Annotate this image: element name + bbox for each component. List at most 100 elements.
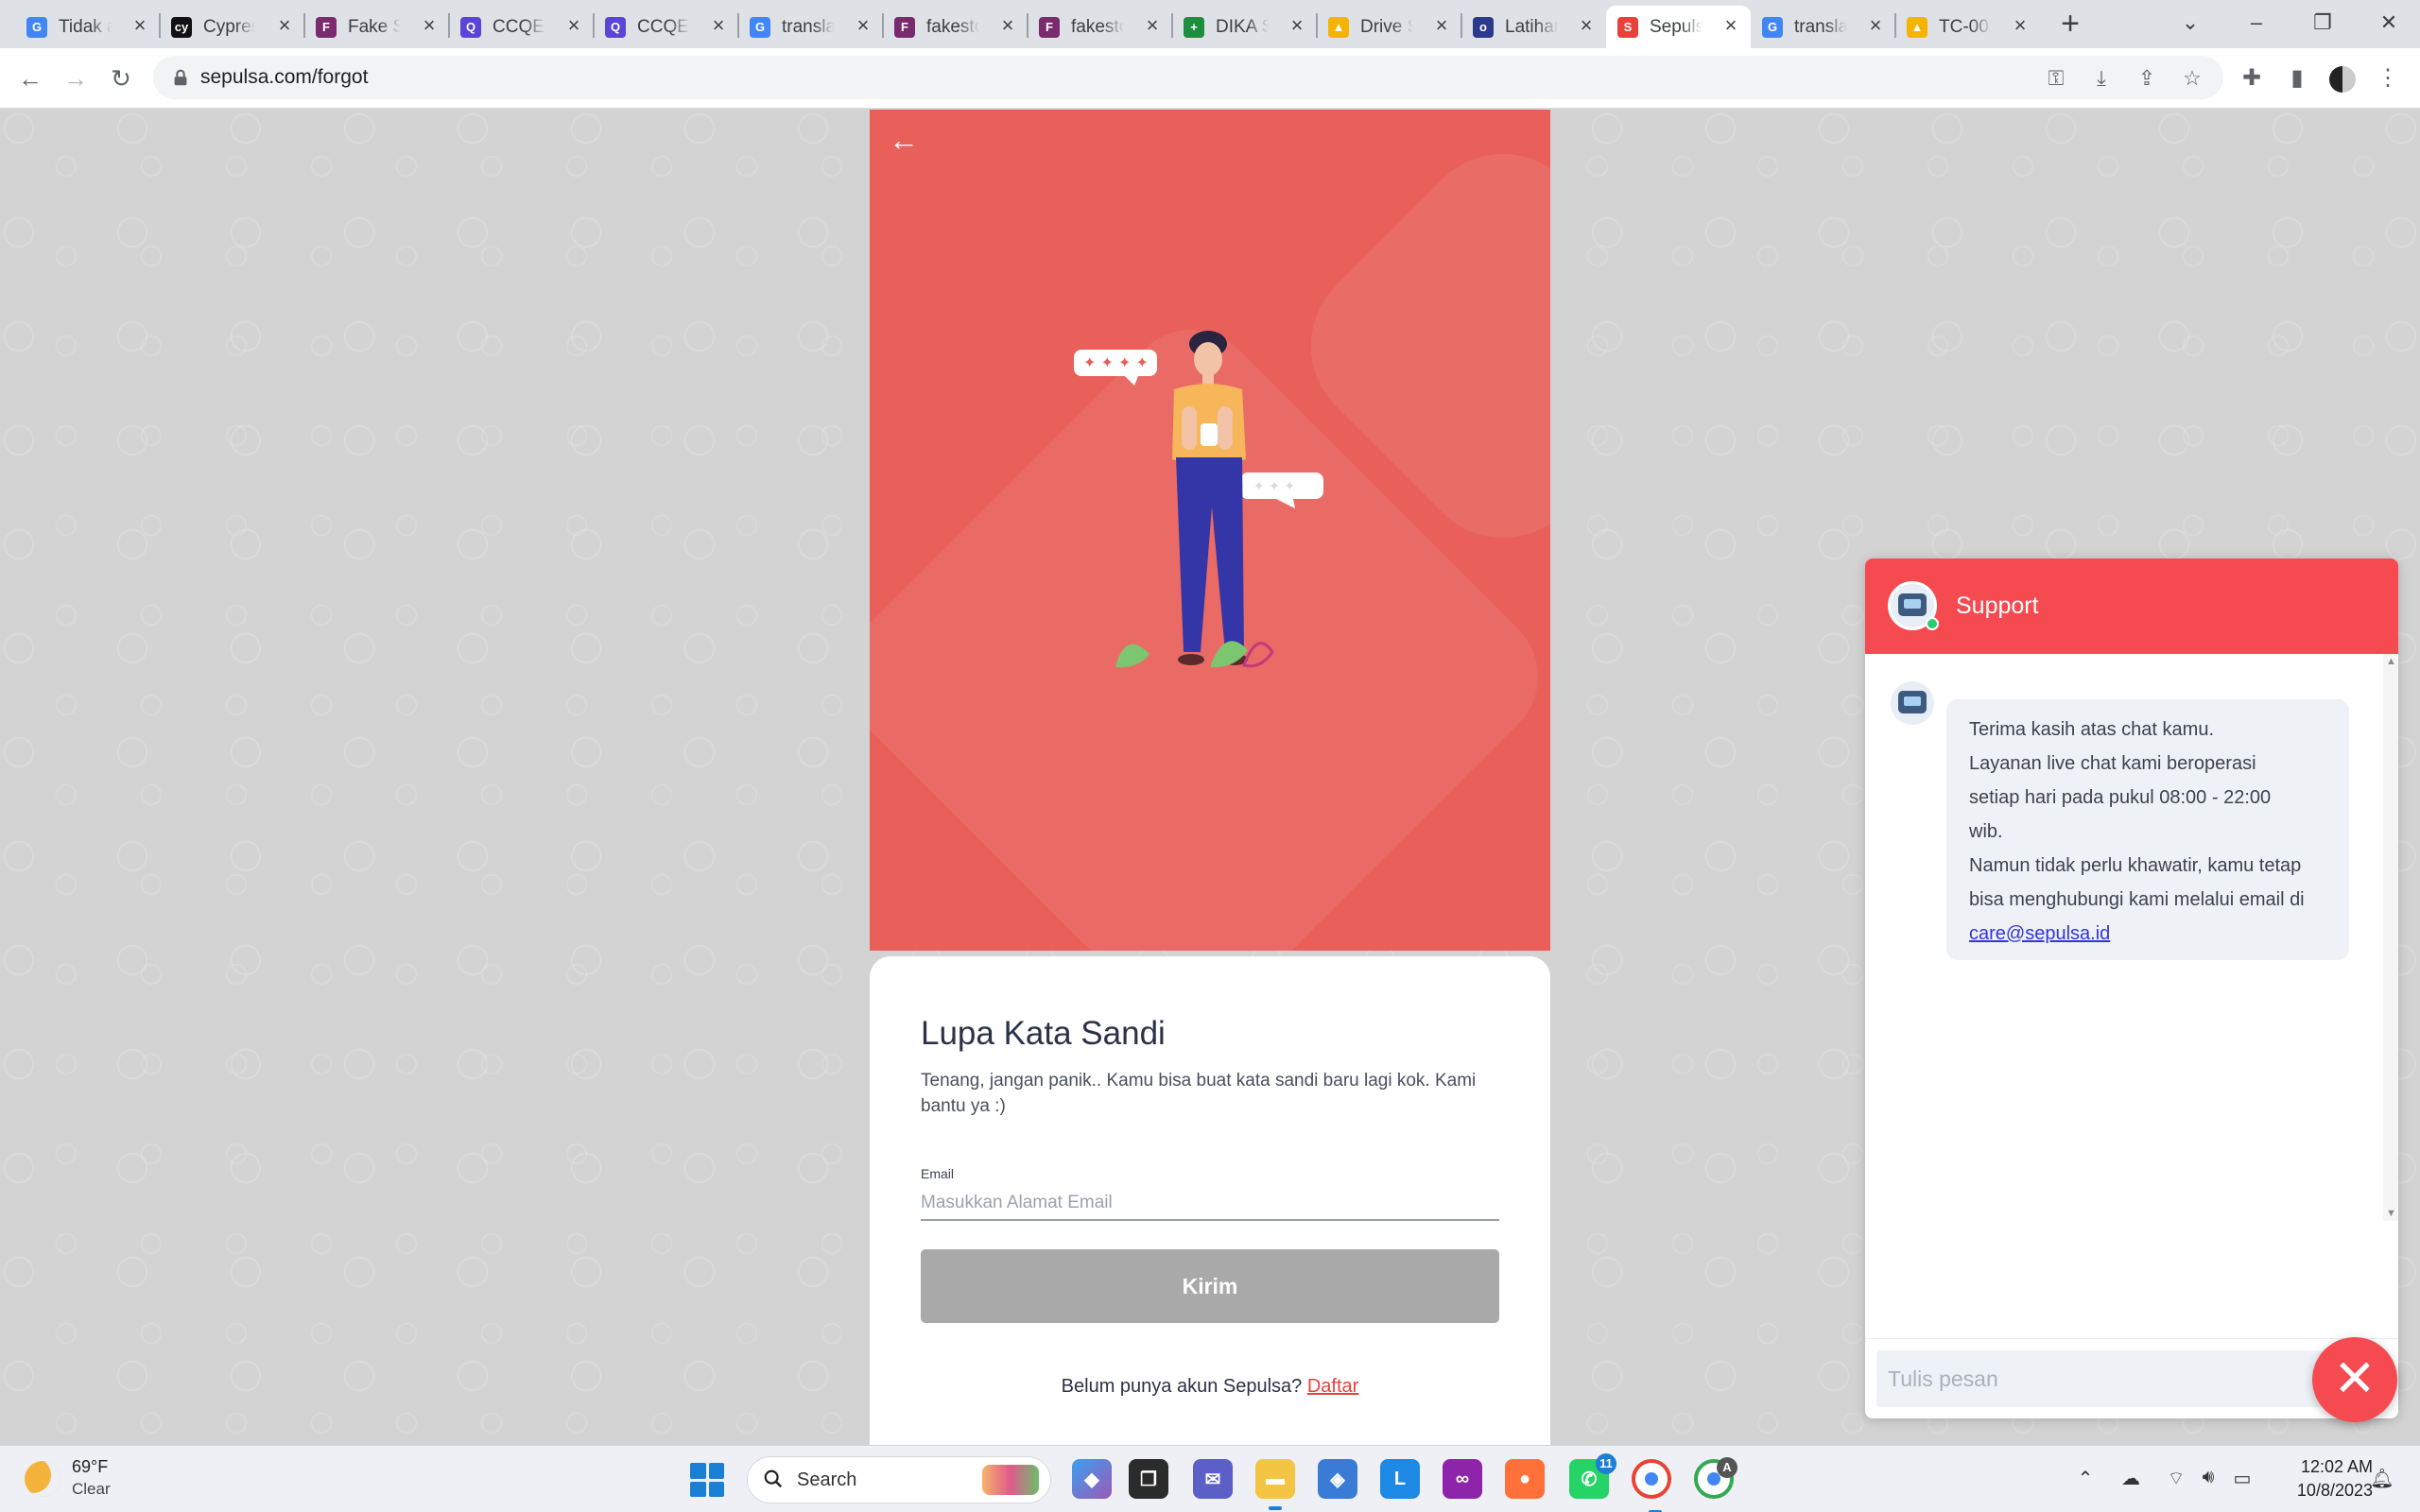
- teams-icon[interactable]: ✉: [1193, 1459, 1233, 1499]
- register-link[interactable]: Daftar: [1307, 1376, 1358, 1397]
- key-icon[interactable]: ⚿: [2044, 66, 2068, 91]
- browser-tab[interactable]: + DIKA Sheet ×: [1172, 6, 1317, 48]
- google-icon: G: [26, 16, 47, 38]
- share-icon[interactable]: ⇪: [2135, 66, 2159, 91]
- address-bar[interactable]: sepulsa.com/forgot ⚿ ⤓ ⇪ ☆: [153, 56, 2223, 99]
- chrome-profile-icon[interactable]: A: [1694, 1457, 1737, 1499]
- close-tab-icon[interactable]: ×: [130, 15, 150, 36]
- close-chat-button[interactable]: ✕: [2312, 1337, 2397, 1422]
- tab-title: CCQE: [493, 16, 544, 37]
- browser-tab[interactable]: S Sepulsa ×: [1606, 6, 1751, 48]
- submit-button[interactable]: Kirim: [921, 1249, 1499, 1323]
- chat-scrollbar[interactable]: ▲ ▼: [2383, 654, 2398, 1221]
- close-tab-icon[interactable]: ×: [419, 15, 440, 36]
- close-tab-icon[interactable]: ×: [274, 15, 295, 36]
- email-label: Email: [921, 1166, 955, 1181]
- close-tab-icon[interactable]: ×: [997, 15, 1018, 36]
- copilot-icon[interactable]: ◆: [1072, 1459, 1112, 1499]
- new-tab-button[interactable]: +: [2054, 8, 2086, 40]
- scroll-down-icon[interactable]: ▼: [2386, 1208, 2396, 1219]
- browser-tab[interactable]: o Latihan ×: [1461, 6, 1606, 48]
- letter-l-app-icon[interactable]: L: [1380, 1459, 1420, 1499]
- sepulsa-icon: S: [1617, 16, 1638, 38]
- close-window-button[interactable]: ✕: [2360, 4, 2417, 42]
- page-viewport: ← ✦ ✦ ✦ ✦ ✦ ✦ ✦ Lupa Kata Sandi Tenang, …: [0, 110, 2420, 1445]
- email-field[interactable]: [921, 1187, 1499, 1221]
- notification-bell-icon[interactable]: 🔔︎: [2369, 1467, 2395, 1490]
- page-title: Lupa Kata Sandi: [921, 1015, 1166, 1052]
- tab-title: Sepulsa: [1650, 16, 1703, 37]
- chat-messages[interactable]: Terima kasih atas chat kamu. Layanan liv…: [1865, 654, 2398, 1315]
- side-panel-icon[interactable]: ▮: [2280, 61, 2314, 95]
- whatsapp-icon[interactable]: ✆ 11: [1569, 1453, 1616, 1499]
- close-tab-icon[interactable]: ×: [853, 15, 873, 36]
- browser-tab[interactable]: Gtranslate ×: [738, 6, 883, 48]
- close-tab-icon[interactable]: ×: [1865, 15, 1886, 36]
- close-tab-icon[interactable]: ×: [1720, 15, 1741, 36]
- tab-separator: [1171, 13, 1173, 38]
- chevron-up-icon[interactable]: ⌃: [2072, 1467, 2099, 1490]
- scroll-up-icon[interactable]: ▲: [2386, 656, 2396, 667]
- mask-app-icon[interactable]: ∞: [1443, 1459, 1482, 1499]
- battery-icon[interactable]: ▭: [2229, 1467, 2256, 1490]
- message-line: setiap hari pada pukul 08:00 - 22:00: [1969, 787, 2272, 808]
- close-tab-icon[interactable]: ×: [708, 15, 729, 36]
- tab-separator: [593, 13, 595, 38]
- ccqe-icon: Q: [605, 16, 626, 38]
- close-tab-icon[interactable]: ×: [2010, 15, 2031, 36]
- browser-tab[interactable]: cy Cypress ×: [160, 6, 304, 48]
- close-tab-icon[interactable]: ×: [1431, 15, 1452, 36]
- browser-tab[interactable]: ▲ Drive Saya ×: [1317, 6, 1461, 48]
- wifi-icon[interactable]: ⌔: [2163, 1467, 2189, 1490]
- close-tab-icon[interactable]: ×: [563, 15, 584, 36]
- chat-message-input[interactable]: [1876, 1350, 2323, 1407]
- start-button[interactable]: [690, 1463, 724, 1497]
- browser-tab[interactable]: ▲ TC-001 ×: [1895, 6, 2040, 48]
- browser-tab[interactable]: Ffakestore ×: [1028, 6, 1172, 48]
- support-email-link[interactable]: care@sepulsa.id: [1969, 923, 2110, 944]
- browser-tab[interactable]: Ffakestore ×: [883, 6, 1028, 48]
- reload-icon[interactable]: ↻: [104, 61, 138, 95]
- bookmark-star-icon[interactable]: ☆: [2180, 66, 2204, 91]
- fakestore-icon: F: [1039, 16, 1060, 38]
- file-explorer-icon[interactable]: ▬: [1255, 1459, 1295, 1510]
- browser-tab[interactable]: Q CCQE ×: [594, 6, 738, 48]
- menu-icon[interactable]: ⋮: [2371, 61, 2405, 95]
- back-icon[interactable]: ←: [13, 61, 47, 95]
- tab-separator: [159, 13, 161, 38]
- install-icon[interactable]: ⤓: [2089, 66, 2114, 91]
- browser-tab[interactable]: Q CCQE ×: [449, 6, 594, 48]
- close-tab-icon[interactable]: ×: [1576, 15, 1597, 36]
- person-illustration: ✦ ✦ ✦ ✦ ✦ ✦ ✦: [1074, 331, 1323, 668]
- tab-separator: [1461, 13, 1462, 38]
- search-highlight-icon: [982, 1465, 1039, 1495]
- onedrive-icon[interactable]: ☁: [2118, 1467, 2144, 1490]
- arrow-left-icon[interactable]: ←: [887, 123, 921, 157]
- chrome-icon[interactable]: [1632, 1459, 1671, 1512]
- extensions-icon[interactable]: ✚: [2235, 61, 2269, 95]
- task-view-icon[interactable]: ❐: [1129, 1459, 1168, 1499]
- close-tab-icon[interactable]: ×: [1287, 15, 1307, 36]
- weather-widget[interactable]: 69°F Clear: [25, 1455, 214, 1503]
- tab-title: CCQE: [637, 16, 689, 37]
- drive-icon: ▲: [1907, 16, 1927, 38]
- browser-toolbar: ← → ↻ sepulsa.com/forgot ⚿ ⤓ ⇪ ☆ ✚ ▮ ⋮: [0, 48, 2420, 109]
- browser-tab[interactable]: Gtranslate ×: [1751, 6, 1895, 48]
- profile-avatar[interactable]: [2325, 61, 2360, 95]
- browser-tab[interactable]: F Fake Store ×: [304, 6, 449, 48]
- ond-icon: o: [1473, 16, 1494, 38]
- fakestore-icon: F: [316, 16, 337, 38]
- volume-icon[interactable]: 🔊︎: [2195, 1467, 2221, 1488]
- minimize-button[interactable]: –: [2228, 4, 2285, 42]
- maximize-button[interactable]: ❐: [2294, 4, 2351, 42]
- tab-title: translate: [782, 16, 835, 37]
- app-icon[interactable]: ◈: [1318, 1459, 1357, 1499]
- browser-tab[interactable]: G Tidak ada ×: [15, 6, 160, 48]
- taskbar-search[interactable]: Search: [747, 1456, 1051, 1503]
- firefox-icon[interactable]: ●: [1505, 1459, 1545, 1499]
- tab-search-icon[interactable]: ⌄: [2162, 4, 2219, 42]
- google-icon: G: [1762, 16, 1783, 38]
- forward-icon[interactable]: →: [59, 61, 93, 95]
- close-tab-icon[interactable]: ×: [1142, 15, 1163, 36]
- system-clock[interactable]: 12:02 AM 10/8/2023: [2269, 1455, 2373, 1503]
